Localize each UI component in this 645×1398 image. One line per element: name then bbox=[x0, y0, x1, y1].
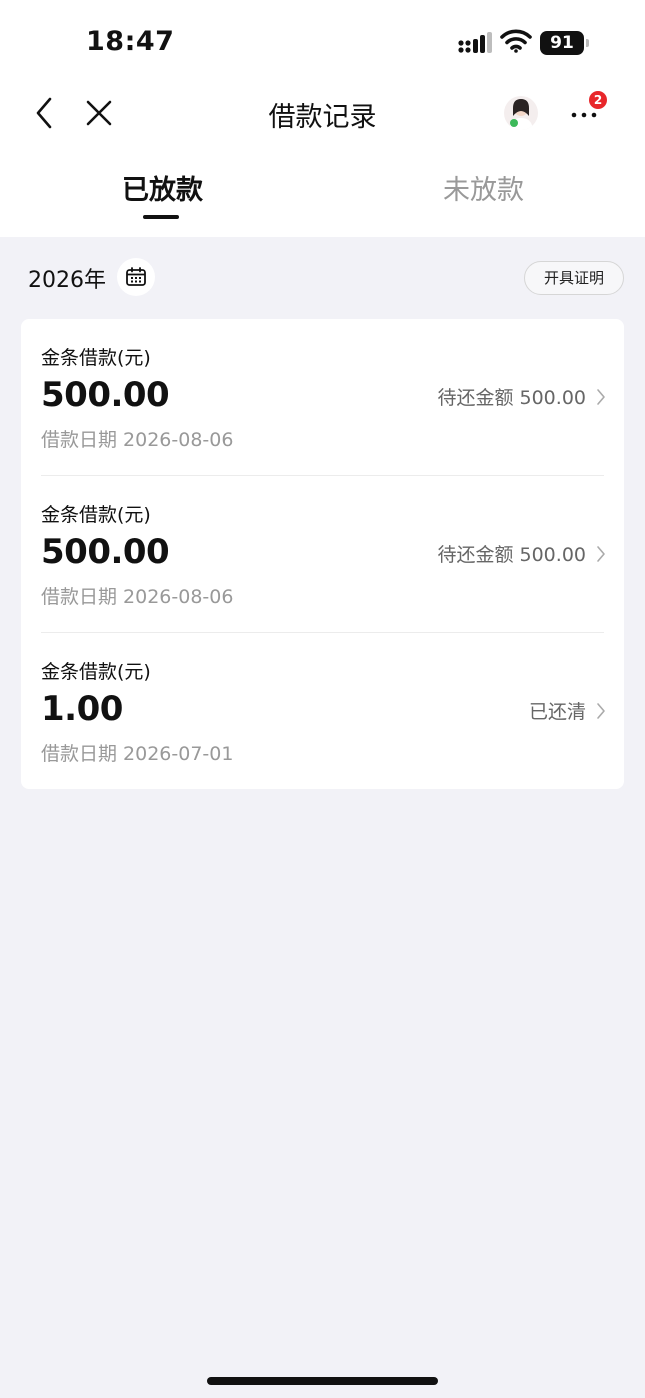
signal-icon bbox=[458, 32, 492, 53]
battery-indicator: 91 bbox=[540, 31, 590, 55]
battery-level: 91 bbox=[540, 31, 584, 55]
loan-item[interactable]: 金条借款(元) 500.00 借款日期 2026-08-06 待还金额 500.… bbox=[21, 319, 624, 475]
loan-item[interactable]: 金条借款(元) 1.00 借款日期 2026-07-01 已还清 bbox=[21, 633, 624, 789]
notification-badge: 2 bbox=[589, 91, 607, 109]
status-time: 18:47 bbox=[86, 26, 175, 57]
avatar-icon bbox=[509, 99, 533, 130]
chevron-right-icon bbox=[597, 546, 605, 562]
tab-disbursed[interactable]: 已放款 bbox=[122, 168, 203, 207]
home-indicator[interactable] bbox=[207, 1377, 438, 1385]
battery-cap bbox=[586, 39, 589, 47]
loan-amount: 500.00 bbox=[41, 375, 170, 415]
wifi-icon bbox=[500, 29, 532, 53]
tab-not-disbursed[interactable]: 未放款 bbox=[443, 168, 524, 207]
loan-type: 金条借款(元) bbox=[41, 347, 151, 369]
loan-amount: 500.00 bbox=[41, 532, 170, 572]
year-label[interactable]: 2026年 bbox=[28, 262, 106, 294]
chevron-right-icon bbox=[597, 389, 605, 405]
loan-date: 借款日期 2026-08-06 bbox=[41, 429, 234, 451]
avatar[interactable] bbox=[504, 96, 538, 130]
loan-item[interactable]: 金条借款(元) 500.00 借款日期 2026-08-06 待还金额 500.… bbox=[21, 476, 624, 632]
loan-date: 借款日期 2026-07-01 bbox=[41, 743, 234, 765]
loan-date: 借款日期 2026-08-06 bbox=[41, 586, 234, 608]
calendar-button[interactable] bbox=[117, 258, 155, 296]
loan-amount: 1.00 bbox=[41, 689, 123, 729]
loan-status: 待还金额 500.00 bbox=[437, 387, 586, 409]
page-title: 借款记录 bbox=[268, 102, 377, 133]
loan-list-card: 金条借款(元) 500.00 借款日期 2026-08-06 待还金额 500.… bbox=[21, 319, 624, 789]
chevron-right-icon bbox=[597, 703, 605, 719]
loan-status: 已还清 bbox=[528, 701, 586, 723]
loan-type: 金条借款(元) bbox=[41, 504, 151, 526]
issue-certificate-button[interactable]: 开具证明 bbox=[524, 261, 624, 295]
loan-type: 金条借款(元) bbox=[41, 661, 151, 683]
active-tab-indicator bbox=[143, 215, 179, 219]
calendar-icon bbox=[126, 267, 146, 286]
loan-status: 待还金额 500.00 bbox=[437, 544, 586, 566]
